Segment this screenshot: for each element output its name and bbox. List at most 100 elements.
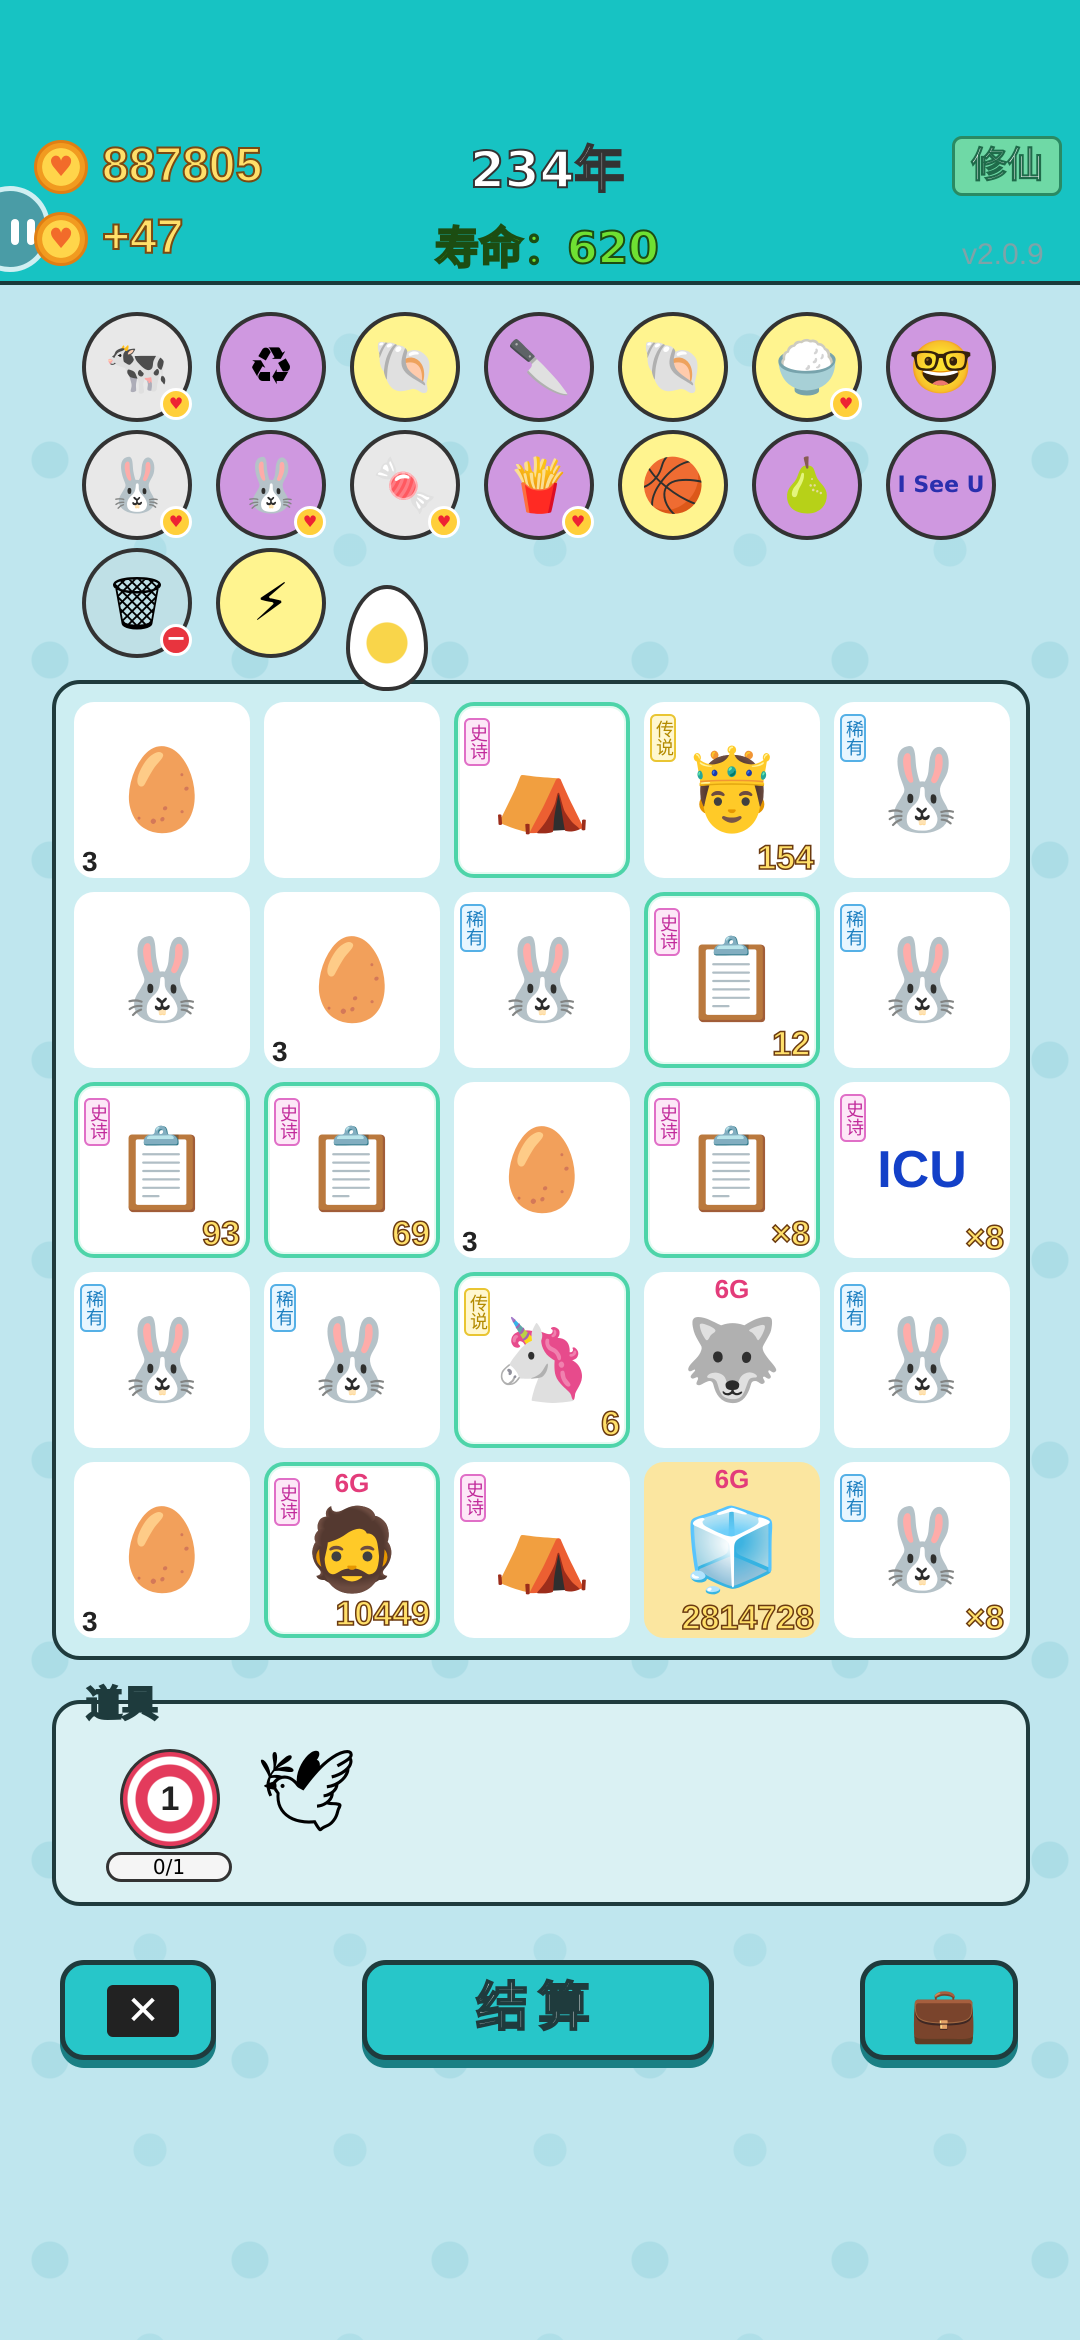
rarity-badge: 史诗 xyxy=(274,1478,300,1526)
symbol-icon[interactable]: 🍐 xyxy=(752,430,862,540)
rarity-badge: 史诗 xyxy=(464,718,490,766)
board-cell[interactable]: 📋 史诗 69 xyxy=(264,1082,440,1258)
board-cell[interactable]: 🐰 稀有 xyxy=(74,1272,250,1448)
cell-counter: 3 xyxy=(462,1226,478,1257)
rarity-badge: 史诗 xyxy=(654,908,680,956)
income-value: +47 xyxy=(101,210,184,265)
cell-counter: 154 xyxy=(757,838,815,878)
upgrade-badge: ♥ xyxy=(428,506,460,538)
remove-badge[interactable]: − xyxy=(160,624,192,656)
upgrade-badge: ♥ xyxy=(294,506,326,538)
board-cell[interactable]: 🐰 xyxy=(74,892,250,1068)
board-cell[interactable]: 🐰 稀有 ×8 xyxy=(834,1462,1010,1638)
cell-symbol xyxy=(264,702,440,878)
rarity-badge: 史诗 xyxy=(84,1098,110,1146)
board-cell[interactable]: 🥚 3 xyxy=(454,1082,630,1258)
target-prop-icon[interactable]: 1 xyxy=(120,1749,220,1849)
board-cell[interactable]: 🐰 稀有 xyxy=(834,892,1010,1068)
symbol-icon[interactable]: 🗑 − xyxy=(82,548,192,658)
symbol-icon[interactable]: 🐄 ♥ xyxy=(82,312,192,422)
board-cell[interactable]: 📋 史诗 12 xyxy=(644,892,820,1068)
slot-board: 🥚 3 ⛺ 史诗 🤴 传说 154 🐰 稀有 🐰 🥚 3 🐰 稀有 📋 史诗 12 🐰 稀有 📋 史诗 93 📋 史诗 69 🥚 3… xyxy=(52,680,1030,1660)
cell-counter: 10449 xyxy=(335,1594,431,1634)
board-cell[interactable]: 🤴 传说 154 xyxy=(644,702,820,878)
bag-button[interactable]: 💼 xyxy=(860,1960,1018,2060)
board-cell[interactable]: ⛺ 史诗 xyxy=(454,1462,630,1638)
symbol-icon[interactable]: 🐰 ♥ xyxy=(82,430,192,540)
target-prop-count: 0/1 xyxy=(106,1852,232,1882)
board-cell[interactable]: 🐺 6G xyxy=(644,1272,820,1448)
skip-button[interactable]: ✕ xyxy=(60,1960,216,2060)
rarity-badge: 史诗 xyxy=(460,1474,486,1522)
symbol-icon[interactable]: 🐚 xyxy=(350,312,460,422)
board-cell[interactable]: 🐰 稀有 xyxy=(834,702,1010,878)
rarity-badge: 稀有 xyxy=(840,1474,866,1522)
rarity-badge: 稀有 xyxy=(270,1284,296,1332)
board-cell[interactable] xyxy=(264,702,440,878)
cell-symbol: 🥚 xyxy=(112,743,212,836)
upgrade-badge: ♥ xyxy=(562,506,594,538)
board-cell[interactable]: 🥚 3 xyxy=(74,702,250,878)
cell-counter: ×8 xyxy=(964,1598,1004,1638)
bird-prop-icon[interactable]: 🕊 xyxy=(256,1744,358,1838)
rarity-badge: 传说 xyxy=(464,1288,490,1336)
rarity-badge: 史诗 xyxy=(274,1098,300,1146)
network-tag: 6G xyxy=(714,1464,750,1494)
symbol-icon[interactable]: ♻ xyxy=(216,312,326,422)
symbol-icon[interactable]: 🐰 ♥ xyxy=(216,430,326,540)
coin-icon xyxy=(34,212,88,266)
board-cell[interactable]: 🐰 稀有 xyxy=(834,1272,1010,1448)
symbol-icon[interactable]: 🤓 xyxy=(886,312,996,422)
board-cell[interactable]: 🧔 6G 史诗 10449 xyxy=(264,1462,440,1638)
cell-symbol: 🥚 xyxy=(302,933,402,1026)
board-cell[interactable]: 📋 史诗 93 xyxy=(74,1082,250,1258)
upgrade-badge: ♥ xyxy=(160,388,192,420)
rarity-badge: 稀有 xyxy=(840,714,866,762)
symbol-icon[interactable]: 🍬 ♥ xyxy=(350,430,460,540)
coin-icon xyxy=(34,140,88,194)
rarity-badge: 稀有 xyxy=(460,904,486,952)
board-cell[interactable]: 🐰 稀有 xyxy=(454,892,630,1068)
settle-button[interactable]: 结算 xyxy=(362,1960,714,2060)
cell-counter: 93 xyxy=(201,1214,240,1254)
cell-counter: ×8 xyxy=(770,1214,810,1254)
briefcase-icon: 💼 xyxy=(910,1983,978,2046)
board-cell[interactable]: ICU 史诗 ×8 xyxy=(834,1082,1010,1258)
cell-counter: 3 xyxy=(82,846,98,877)
symbol-icon[interactable]: 🍟 ♥ xyxy=(484,430,594,540)
version-label: v2.0.9 xyxy=(962,238,1044,271)
upgrade-badge: ♥ xyxy=(830,388,862,420)
cell-symbol: 🐰 xyxy=(112,933,212,1026)
network-tag: 6G xyxy=(714,1274,750,1304)
symbol-icon[interactable]: 🐚 xyxy=(618,312,728,422)
rarity-badge: 传说 xyxy=(650,714,676,762)
board-cell[interactable]: 🥚 3 xyxy=(74,1462,250,1638)
rarity-badge: 稀有 xyxy=(80,1284,106,1332)
props-title: 道具 xyxy=(85,1683,159,1726)
symbol-icon[interactable]: ⚡ xyxy=(216,548,326,658)
life-counter: 寿命：620 xyxy=(434,222,660,275)
cell-counter: 6 xyxy=(600,1404,620,1444)
props-panel: 1 0/1 🕊 xyxy=(52,1700,1030,1906)
money-value: 887805 xyxy=(101,138,263,193)
upgrade-badge: ♥ xyxy=(160,506,192,538)
xiuxian-button[interactable]: 修仙 xyxy=(952,136,1062,196)
cell-symbol: 🥚 xyxy=(492,1123,592,1216)
cell-symbol: 🥚 xyxy=(112,1503,212,1596)
rarity-badge: 稀有 xyxy=(840,1284,866,1332)
year-counter: 234年 xyxy=(469,140,625,200)
board-cell[interactable]: ⛺ 史诗 xyxy=(454,702,630,878)
board-cell[interactable]: 🦄 传说 6 xyxy=(454,1272,630,1448)
symbol-icon[interactable]: I See U xyxy=(886,430,996,540)
symbol-icon[interactable]: 🏀 xyxy=(618,430,728,540)
symbol-icon[interactable]: 🍚 ♥ xyxy=(752,312,862,422)
board-cell[interactable]: 🐰 稀有 xyxy=(264,1272,440,1448)
cell-counter: 69 xyxy=(391,1214,430,1254)
top-status-bar: 887805 +47 234年 寿命：620 修仙 v2.0.9 xyxy=(0,0,1080,285)
board-cell[interactable]: 🥚 3 xyxy=(264,892,440,1068)
close-icon: ✕ xyxy=(107,1985,179,2037)
cell-counter: 2814728 xyxy=(681,1598,815,1638)
symbol-icon[interactable]: 🔪 xyxy=(484,312,594,422)
board-cell[interactable]: 🧊 6G 2814728 xyxy=(644,1462,820,1638)
board-cell[interactable]: 📋 史诗 ×8 xyxy=(644,1082,820,1258)
